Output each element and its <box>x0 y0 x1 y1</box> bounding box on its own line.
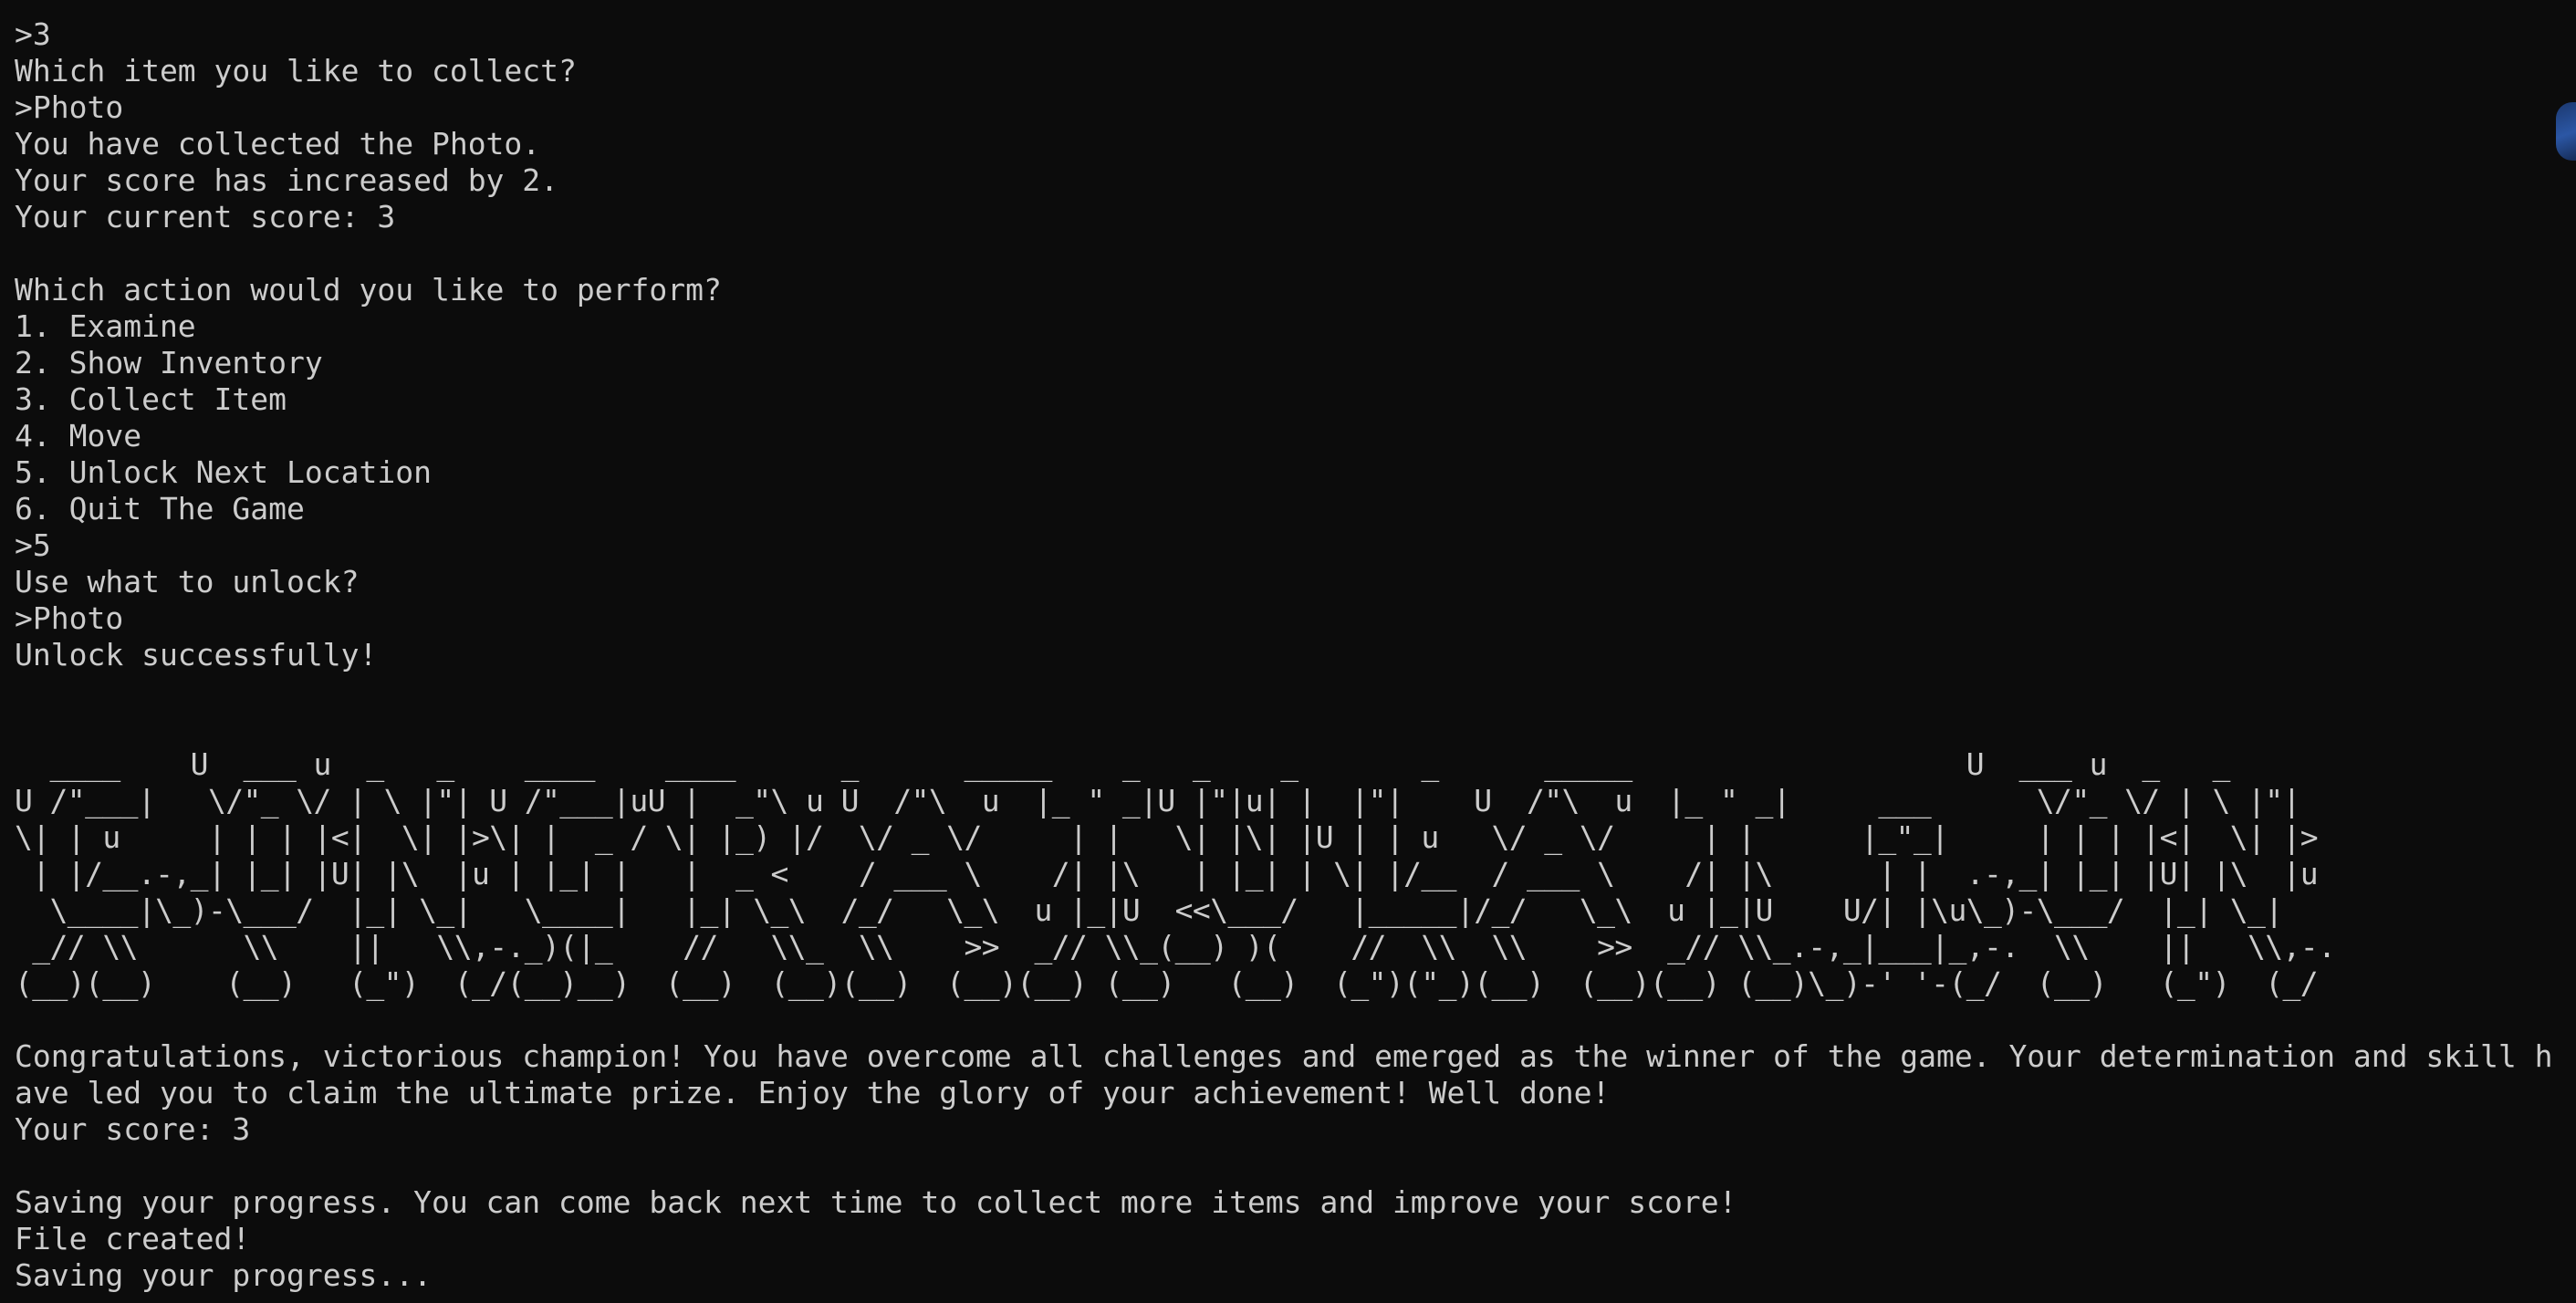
terminal-line: Use what to unlock? <box>15 564 360 599</box>
terminal-line: Congratulations, victorious champion! Yo… <box>15 1038 2553 1074</box>
ascii-art-line: _// \\ \\ || \\,-._)(|_ // \\_ \\ >> _//… <box>15 929 2336 964</box>
ascii-art-line: | |/__.-,_| |_| |U| |\ |u | |_| | | _ < … <box>15 856 2319 891</box>
terminal-line: 2. Show Inventory <box>15 345 323 380</box>
terminal-output: >3 Which item you like to collect? >Photo Y… <box>15 16 2552 1294</box>
ascii-art-line: U /"___| \/"_ \/ | \ |"| U /"___|uU | _"… <box>15 783 2300 818</box>
terminal-line: Which item you like to collect? <box>15 53 577 89</box>
terminal-line: >Photo <box>15 89 124 125</box>
terminal-line: >3 <box>15 16 51 52</box>
ascii-art-line: (__)(__) (__) (_") (_/(__)__) (__) (__)(… <box>15 965 2319 1001</box>
terminal-window[interactable]: >3 Which item you like to collect? >Photo Y… <box>0 0 2576 1303</box>
terminal-line: Saving your progress... <box>15 1257 432 1293</box>
terminal-line: Saving your progress. You can come back … <box>15 1184 1737 1220</box>
terminal-line: 6. Quit The Game <box>15 491 305 526</box>
ascii-art-line: \| | u | | | |<| \| |>\| | _ / \| |_) |/… <box>15 819 2319 855</box>
terminal-line: File created! <box>15 1221 251 1256</box>
terminal-line: >5 <box>15 527 51 563</box>
terminal-line: >Photo <box>15 600 124 636</box>
terminal-line: Your current score: 3 <box>15 199 396 235</box>
ascii-art-line: ____ U ___ u _ _ ____ ____ _ _____ _ _ _… <box>15 746 2231 782</box>
terminal-line: Which action would you like to perform? <box>15 272 722 308</box>
terminal-line: 1. Examine <box>15 308 196 344</box>
scroll-indicator-icon <box>2556 102 2576 161</box>
terminal-line: 5. Unlock Next Location <box>15 454 432 490</box>
terminal-line: Unlock successfully! <box>15 637 378 672</box>
terminal-line: Your score has increased by 2. <box>15 162 559 198</box>
terminal-line: 3. Collect Item <box>15 381 287 417</box>
ascii-art-line: \____|\_)-\___/ |_| \_| \____| |_| \_\ /… <box>15 892 2284 928</box>
terminal-line: Your score: 3 <box>15 1111 251 1147</box>
terminal-line: You have collected the Photo. <box>15 126 541 162</box>
terminal-line: ave led you to claim the ultimate prize.… <box>15 1075 1611 1110</box>
terminal-line: 4. Move <box>15 418 142 453</box>
